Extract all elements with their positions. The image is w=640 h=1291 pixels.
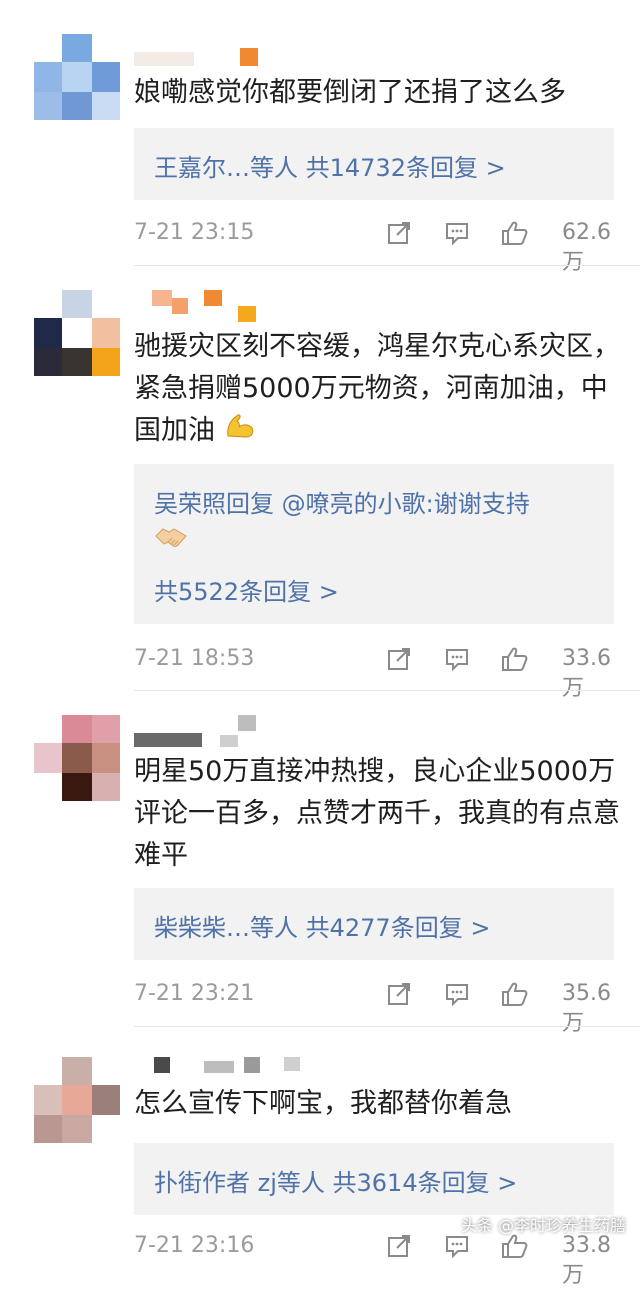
timestamp: 7-21 23:21 [134,981,255,1006]
share-icon[interactable] [386,1233,412,1263]
comment-icon[interactable] [444,1233,470,1263]
comment-text-content: 驰援灾区刻不容缓，鸿星尔克心系灾区，紧急捐赠5000万元物资，河南加油，中国加油 [134,331,620,446]
timestamp: 7-21 23:15 [134,220,255,245]
comment-text: 娘嘞感觉你都要倒闭了还捐了这么多 [134,77,566,108]
comment-text: 明星50万直接冲热搜，良心企业5000万评论一百多，点赞才两千，我真的有点意难平 [134,756,620,871]
reply-summary-link[interactable]: 王嘉尔…等人 共14732条回复 > [154,148,506,183]
like-count: 33.8万 [562,1233,611,1288]
reply-summary-link[interactable]: 扑街作者 zj等人 共3614条回复 > [154,1163,517,1198]
reply-text-link[interactable]: 吴荣照回复 @嘹亮的小歌:谢谢支持 [154,484,530,519]
reply-preview[interactable]: 柴柴柴…等人 共4277条回复 > [134,888,614,960]
username-blurred[interactable] [134,715,264,749]
comment-item: 娘嘞感觉你都要倒闭了还捐了这么多 王嘉尔…等人 共14732条回复 > 7-21… [0,0,640,275]
reply-preview[interactable]: 扑街作者 zj等人 共3614条回复 > [134,1143,614,1215]
comment-icon[interactable] [444,646,470,676]
comment-meta: 7-21 18:53 33.6万 [134,644,614,701]
reply-count-link[interactable]: 共5522条回复 > [154,572,339,607]
comment-icon[interactable] [444,220,470,250]
comment-meta: 7-21 23:21 35.6万 [134,979,614,1036]
timestamp: 7-21 23:16 [134,1233,255,1258]
flexed-biceps-icon [224,411,256,453]
comment-text: 驰援灾区刻不容缓，鸿星尔克心系灾区，紧急捐赠5000万元物资，河南加油，中国加油 [134,326,620,453]
comment-item: 驰援灾区刻不容缓，鸿星尔克心系灾区，紧急捐赠5000万元物资，河南加油，中国加油… [0,266,640,701]
reply-summary-link[interactable]: 柴柴柴…等人 共4277条回复 > [154,908,490,943]
watermark: 头条 @李时珍养生药膳 [460,1216,626,1235]
comment-icon[interactable] [444,981,470,1011]
username-blurred[interactable] [134,1057,314,1077]
like-icon[interactable] [500,220,528,250]
share-icon[interactable] [386,981,412,1011]
avatar[interactable] [34,290,120,376]
share-icon[interactable] [386,646,412,676]
avatar[interactable] [34,715,120,801]
reply-preview[interactable]: 吴荣照回复 @嘹亮的小歌:谢谢支持 共5522条回复 > [134,464,614,624]
username-blurred[interactable] [134,290,264,322]
share-icon[interactable] [386,220,412,250]
reply-preview[interactable]: 王嘉尔…等人 共14732条回复 > [134,128,614,200]
comment-meta: 7-21 23:15 62.6万 [134,218,614,275]
like-icon[interactable] [500,981,528,1011]
like-icon[interactable] [500,1233,528,1263]
handshake-icon [154,524,188,554]
comment-item: 明星50万直接冲热搜，良心企业5000万评论一百多，点赞才两千，我真的有点意难平… [0,691,640,1036]
username-blurred[interactable] [134,48,264,70]
like-icon[interactable] [500,646,528,676]
avatar[interactable] [34,34,120,120]
avatar[interactable] [34,1057,120,1143]
timestamp: 7-21 18:53 [134,646,255,671]
comment-text: 怎么宣传下啊宝，我都替你着急 [134,1088,512,1119]
